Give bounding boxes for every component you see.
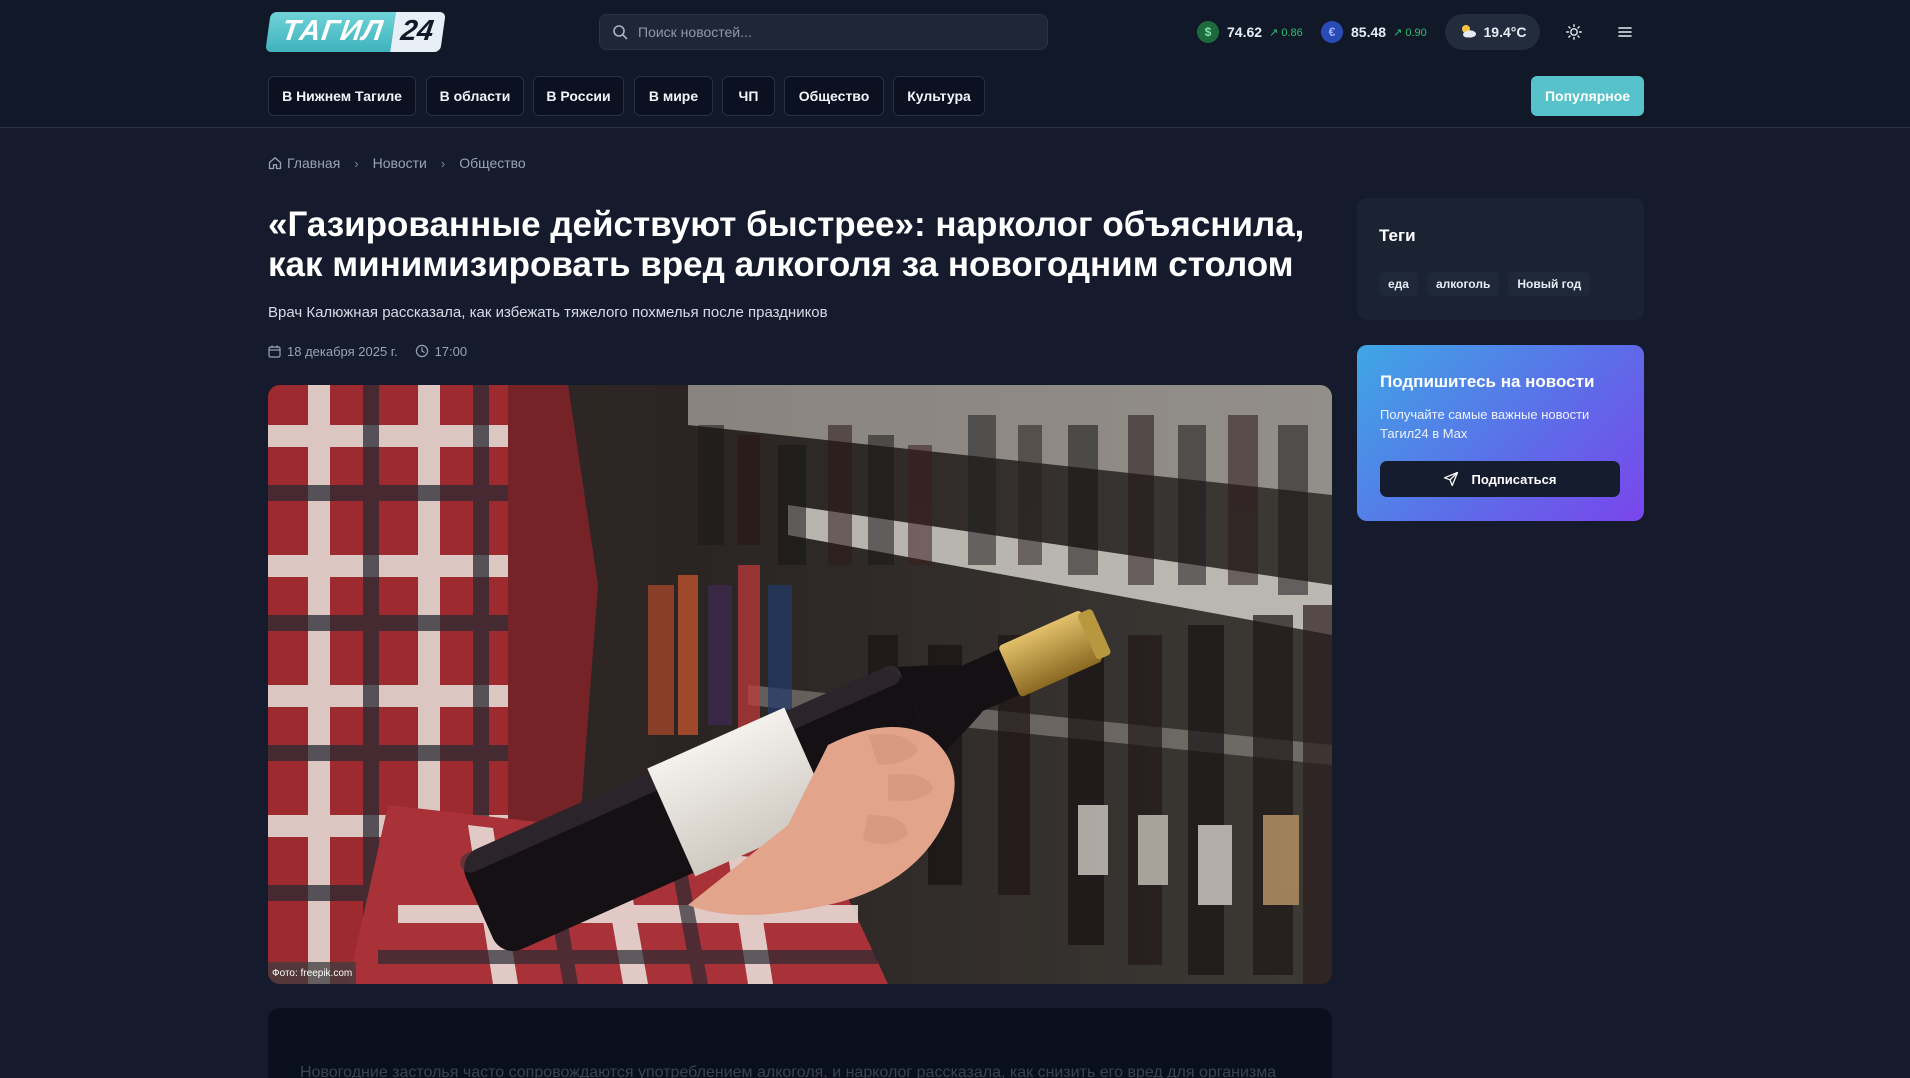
subscribe-card: Подпишитесь на новости Получайте самые в… xyxy=(1357,345,1644,521)
breadcrumb-news[interactable]: Новости xyxy=(373,155,427,171)
menu-button[interactable] xyxy=(1610,17,1640,47)
sun-icon xyxy=(1566,24,1582,40)
article-body-text: Новогодние застолья часто сопровождаются… xyxy=(300,1064,1277,1078)
nav-item-russia[interactable]: В России xyxy=(533,76,624,116)
site-logo[interactable]: ТАГИЛ 24 xyxy=(265,12,447,52)
clock-icon xyxy=(415,344,428,358)
usd-rate: $ 74.62 ↗ 0.86 xyxy=(1197,20,1303,44)
tags-title: Теги xyxy=(1379,226,1416,245)
article-subtitle: Врач Калюжная рассказала, как избежать т… xyxy=(268,304,828,321)
subscribe-text: Получайте самые важные новости Тагил24 в… xyxy=(1380,407,1590,441)
temperature: 19.4°C xyxy=(1483,24,1527,40)
popular-button[interactable]: Популярное xyxy=(1531,76,1644,116)
subscribe-title: Подпишитесь на новости xyxy=(1380,372,1595,391)
weather-widget[interactable]: 19.4°C xyxy=(1445,14,1540,50)
usd-change: ↗ 0.86 xyxy=(1269,26,1303,39)
menu-icon xyxy=(1618,27,1632,37)
dollar-icon: $ xyxy=(1197,21,1219,43)
eur-change: ↗ 0.90 xyxy=(1393,26,1427,39)
article-time-text: 17:00 xyxy=(434,343,468,359)
tag-new-year[interactable]: Новый год xyxy=(1508,272,1591,296)
search-bar[interactable] xyxy=(599,14,1048,50)
chevron-right-icon: › xyxy=(440,155,446,171)
nav-item-nizhny-tagil[interactable]: В Нижнем Тагиле xyxy=(268,76,416,116)
site-header: ТАГИЛ 24 $ 74.62 ↗ 0.86 € 85.48 ↗ 0.90 1… xyxy=(0,0,1910,128)
wine-bottle-image xyxy=(268,385,1332,984)
article-time: 17:00 xyxy=(415,343,468,359)
breadcrumb-home-label: Главная xyxy=(287,155,341,171)
breadcrumb-home[interactable]: Главная xyxy=(268,155,340,171)
nav-item-region[interactable]: В области xyxy=(426,76,524,116)
logo-number: 24 xyxy=(390,12,447,52)
nav-item-emergency[interactable]: ЧП xyxy=(722,76,775,116)
send-icon xyxy=(1444,471,1459,487)
article-body: Новогодние застолья часто сопровождаются… xyxy=(268,1008,1332,1078)
nav-item-culture[interactable]: Культура xyxy=(893,76,985,116)
breadcrumb: Главная › Новости › Общество xyxy=(268,153,526,173)
nav-item-world[interactable]: В мире xyxy=(634,76,713,116)
search-icon xyxy=(613,25,628,40)
tag-alcohol[interactable]: алкоголь xyxy=(1426,272,1500,296)
calendar-icon xyxy=(268,345,281,358)
subscribe-button-label: Подписаться xyxy=(1471,471,1557,487)
sun-cloud-icon xyxy=(1459,23,1477,42)
nav-item-society[interactable]: Общество xyxy=(784,76,884,116)
article-meta: 18 декабря 2025 г. 17:00 xyxy=(268,342,467,360)
eur-rate: € 85.48 ↗ 0.90 xyxy=(1321,20,1427,44)
photo-credit: Фото: freepik.com xyxy=(268,962,357,984)
breadcrumb-society[interactable]: Общество xyxy=(459,155,526,171)
logo-text: ТАГИЛ xyxy=(265,12,396,52)
article-title: «Газированные действуют быстрее»: наркол… xyxy=(268,205,1305,284)
home-icon xyxy=(268,157,282,170)
theme-toggle-button[interactable] xyxy=(1559,17,1589,47)
euro-icon: € xyxy=(1321,21,1343,43)
article-photo: Фото: freepik.com xyxy=(268,385,1332,984)
tag-food[interactable]: еда xyxy=(1379,272,1418,296)
eur-value: 85.48 xyxy=(1351,24,1387,40)
tags-list: еда алкоголь Новый год xyxy=(1379,272,1599,296)
usd-value: 74.62 xyxy=(1227,24,1263,40)
search-input[interactable] xyxy=(638,24,1038,40)
subscribe-button[interactable]: Подписаться xyxy=(1380,461,1620,497)
article-date-text: 18 декабря 2025 г. xyxy=(287,343,398,359)
article-date: 18 декабря 2025 г. xyxy=(268,344,398,359)
tags-card: Теги еда алкоголь Новый год xyxy=(1357,198,1644,320)
chevron-right-icon: › xyxy=(354,155,359,171)
